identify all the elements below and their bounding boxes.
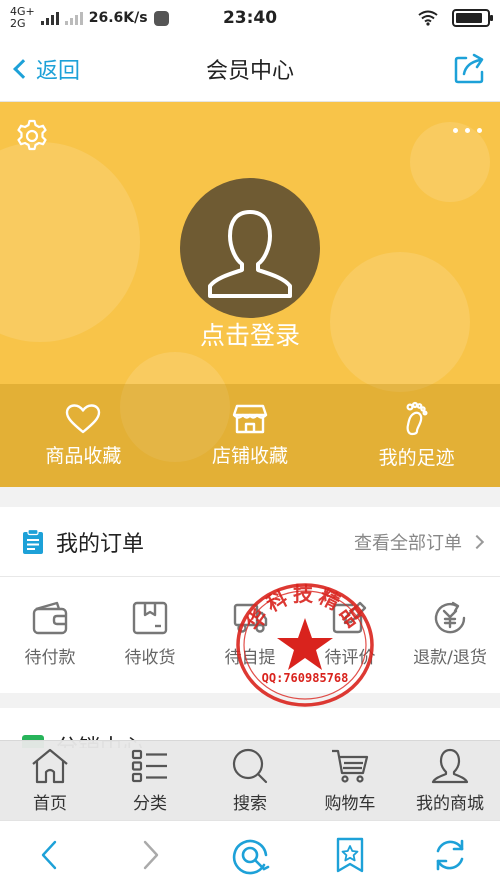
signal-icon <box>40 11 59 25</box>
chevron-right-icon <box>143 840 159 870</box>
bottom-tab-bar: 首页 分类 搜索 购物车 我的商城 <box>0 740 500 820</box>
tab-category[interactable]: 分类 <box>100 741 200 820</box>
tab-home[interactable]: 首页 <box>0 741 100 820</box>
footprints-button[interactable]: 我的足迹 <box>333 384 500 487</box>
list-icon <box>131 749 167 783</box>
network-bottom-label: 2G <box>10 17 26 30</box>
notification-icon <box>153 10 169 26</box>
wallet-icon <box>32 601 68 635</box>
user-silhouette-icon <box>208 210 292 298</box>
wifi-icon <box>418 10 438 26</box>
package-icon <box>132 601 168 635</box>
network-type: 4G+ 2G <box>10 6 35 30</box>
heart-icon <box>66 404 101 434</box>
user-icon <box>431 748 469 784</box>
browser-logo-icon <box>232 839 270 875</box>
more-icon[interactable] <box>453 128 482 133</box>
search-icon <box>232 748 268 784</box>
view-all-orders-link[interactable]: 查看全部订单 <box>354 529 485 555</box>
share-icon[interactable] <box>452 50 488 86</box>
cart-icon <box>332 749 369 783</box>
status-left: 4G+ 2G 26.6K/s <box>10 6 210 30</box>
home-icon <box>32 748 68 784</box>
battery-icon <box>452 9 493 27</box>
status-right <box>418 9 493 27</box>
gear-icon[interactable] <box>14 118 50 154</box>
order-pending-receipt-label: 待收货 <box>124 648 176 668</box>
chevron-right-icon <box>469 534 485 549</box>
avatar[interactable] <box>180 178 320 318</box>
view-all-label: 查看全部订单 <box>354 532 462 554</box>
status-bar: 4G+ 2G 26.6K/s 23:40 <box>0 0 500 36</box>
browser-home-button[interactable] <box>200 835 300 875</box>
nav-bar: 返回 会员中心 <box>0 36 500 102</box>
decor-bubble <box>410 122 490 202</box>
browser-bookmark-button[interactable] <box>300 837 400 873</box>
order-pending-payment-button[interactable]: 待付款 <box>0 601 100 668</box>
browser-refresh-button[interactable] <box>400 837 500 873</box>
tab-cart[interactable]: 购物车 <box>300 741 400 820</box>
favorites-bar: 商品收藏 店铺收藏 我的足迹 <box>0 384 500 487</box>
refresh-icon <box>436 839 464 871</box>
profile-header: 点击登录 商品收藏 店铺收藏 我的足迹 <box>0 102 500 487</box>
login-link[interactable]: 点击登录 <box>0 316 500 352</box>
order-pending-receipt-button[interactable]: 待收货 <box>100 601 200 668</box>
browser-toolbar <box>0 820 500 889</box>
favorite-products-label: 商品收藏 <box>45 445 122 467</box>
tab-search[interactable]: 搜索 <box>200 741 300 820</box>
order-refund-label: 退款/退货 <box>413 648 487 668</box>
battery-fill <box>456 13 482 23</box>
favorite-stores-button[interactable]: 店铺收藏 <box>167 384 334 487</box>
chevron-left-icon <box>13 58 33 79</box>
tab-cart-label: 购物车 <box>324 794 376 814</box>
tab-home-label: 首页 <box>33 794 67 814</box>
chevron-left-icon <box>41 840 57 870</box>
favorite-products-button[interactable]: 商品收藏 <box>0 384 167 487</box>
back-button[interactable]: 返回 <box>10 53 80 85</box>
browser-forward-button[interactable] <box>100 839 200 871</box>
decor-bubble <box>0 142 140 342</box>
order-pending-payment-label: 待付款 <box>24 648 76 668</box>
tab-category-label: 分类 <box>133 794 167 814</box>
network-speed: 26.6K/s <box>88 10 148 26</box>
footprints-label: 我的足迹 <box>378 447 455 469</box>
seal-bottom-text: QQ:760985768 <box>262 671 349 685</box>
refund-icon <box>434 601 466 634</box>
back-label: 返回 <box>36 58 81 84</box>
favorite-stores-label: 店铺收藏 <box>212 445 289 467</box>
orders-header: 我的订单 查看全部订单 <box>0 507 500 577</box>
clipboard-icon <box>23 528 43 554</box>
order-refund-button[interactable]: 退款/退货 <box>400 601 500 668</box>
tab-my-mall-label: 我的商城 <box>416 794 484 814</box>
footprint-icon <box>406 401 428 436</box>
store-icon <box>232 404 268 434</box>
tab-my-mall[interactable]: 我的商城 <box>400 741 500 820</box>
browser-back-button[interactable] <box>0 839 100 871</box>
seal-stamp: 华科技精品 QQ:760985768 <box>236 582 374 707</box>
signal-2-icon <box>64 11 83 25</box>
page-title: 会员中心 <box>205 58 294 84</box>
tab-search-label: 搜索 <box>233 794 267 814</box>
bookmark-icon <box>336 837 364 873</box>
orders-title: 我的订单 <box>56 531 145 557</box>
